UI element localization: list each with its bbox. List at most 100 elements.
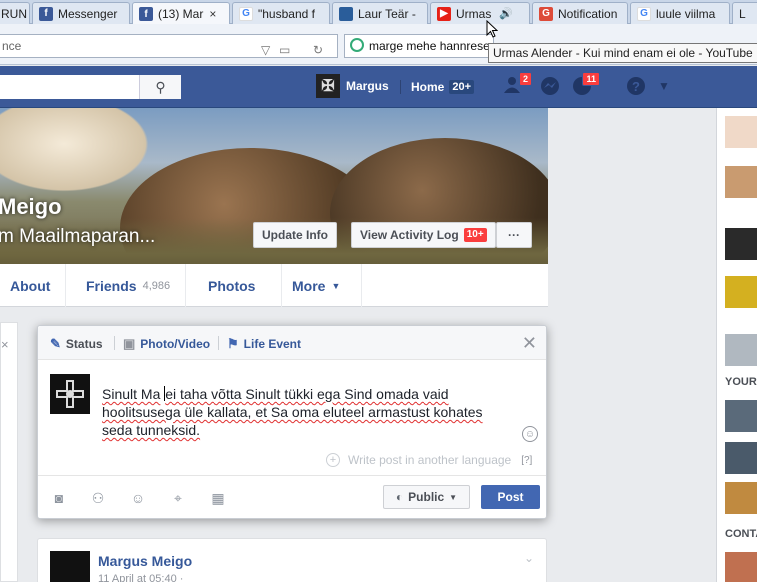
home-link[interactable]: Home 20+ (400, 80, 475, 94)
url-text: nce (2, 39, 22, 53)
speaker-icon: 🔊 (499, 8, 514, 20)
composer-tab-life-event[interactable]: ⚑ Life Event (227, 336, 301, 352)
facebook-icon: f (39, 6, 53, 21)
globe-icon: ◐ (395, 490, 404, 504)
camera-icon: ▣ (123, 336, 136, 351)
emoji-icon[interactable]: ☺ (522, 426, 538, 442)
tab-tooltip: Urmas Alender - Kui mind enam ei ole - Y… (488, 43, 757, 63)
contact-thumbnail[interactable] (725, 276, 757, 308)
close-tab-icon[interactable]: × (209, 7, 216, 21)
pencil-icon: ✎ (50, 336, 61, 351)
friend-requests-icon[interactable]: 2 (502, 72, 532, 98)
facebook-icon: f (139, 7, 153, 21)
tag-friends-icon[interactable]: ⚇ (89, 490, 107, 507)
composer-text-line3: seda tunneksid. (102, 422, 201, 438)
reload-icon[interactable]: ↻ (313, 39, 323, 61)
activity-log-label: View Activity Log (360, 228, 459, 242)
section-label-your: YOUR (725, 376, 757, 388)
translate-help-link[interactable]: [?] (521, 455, 532, 466)
post-button-label: Post (497, 490, 524, 504)
left-column-card: × (0, 322, 18, 582)
search-engine-icon (350, 38, 364, 52)
tab-divider (218, 336, 219, 350)
facebook-top-bar: ⚲ ✠ Margus Home 20+ 2 11 ? ▼ (0, 66, 757, 108)
help-icon[interactable]: ? (624, 76, 648, 98)
audience-selector-button[interactable]: ◐ Public ▼ (383, 485, 470, 509)
browser-tab-google-husband[interactable]: G "husband f (232, 2, 330, 24)
tab-friends-label: Friends (86, 277, 137, 294)
composer-tab-status[interactable]: ✎ Status (50, 336, 103, 352)
browser-tab-last[interactable]: L (732, 2, 757, 24)
tab-title: luule viilma (656, 6, 716, 21)
tab-title: Laur Teär - (358, 6, 416, 21)
post-options-chevron-icon[interactable]: ⌄ (524, 551, 534, 565)
chevron-down-icon: ▼ (449, 492, 458, 502)
notifications-icon[interactable]: 11 (570, 72, 600, 98)
location-pin-icon[interactable]: ⌖ (169, 490, 187, 507)
facebook-search-input[interactable]: ⚲ (0, 75, 181, 99)
contact-thumbnail[interactable] (725, 552, 757, 582)
composer-text-line1b: ei taha võtta Sinult tükki ega Sind omad… (165, 386, 449, 402)
tab-about[interactable]: About (0, 264, 66, 307)
composer-tabs: ✎ Status ▣ Photo/Video ⚑ Life Event ✕ (38, 326, 546, 360)
url-input[interactable]: nce ▽ ▭ ↻ (0, 34, 338, 58)
tab-title: Notification (558, 6, 618, 21)
contact-thumbnail[interactable] (725, 116, 757, 148)
browser-tab-laur[interactable]: Laur Teär - (332, 2, 428, 24)
calendar-icon[interactable]: ▦ (209, 490, 227, 507)
plus-icon: + (326, 453, 340, 467)
browser-search-input[interactable]: marge mehe hannrese (344, 34, 494, 58)
tab-photos[interactable]: Photos (198, 264, 282, 307)
composer-text-area[interactable]: Sinult Ma ei taha võtta Sinult tükki ega… (102, 385, 512, 439)
close-icon[interactable]: ✕ (522, 334, 537, 352)
close-icon[interactable]: × (1, 337, 9, 352)
browser-tab-notification[interactable]: G Notification (532, 2, 628, 24)
post-timestamp[interactable]: 11 April at 05:40 · (98, 573, 183, 582)
view-activity-log-button[interactable]: View Activity Log 10+ (351, 222, 496, 248)
cover-person (0, 108, 160, 198)
more-options-button[interactable]: ··· (496, 222, 532, 248)
composer-footer: ◙ ⚇ ☺ ⌖ ▦ ◐ Public ▼ Post (38, 475, 546, 518)
search-text: marge mehe hannrese (369, 39, 490, 53)
group-thumbnail[interactable] (725, 482, 757, 514)
avatar: ✠ (316, 74, 340, 98)
composer-tab-photo-video[interactable]: ▣ Photo/Video (123, 336, 210, 352)
post-author-avatar[interactable] (50, 551, 90, 582)
browser-tab-google-luule[interactable]: G luule viilma (630, 2, 730, 24)
search-icon[interactable]: ⚲ (139, 75, 181, 99)
camera-icon[interactable]: ◙ (50, 490, 68, 506)
browser-tab-facebook-active[interactable]: f (13) Mar × (132, 2, 230, 25)
post-author-name[interactable]: Margus Meigo (98, 553, 192, 569)
contact-thumbnail[interactable] (725, 334, 757, 366)
tab-title: L (739, 6, 746, 21)
tab-more[interactable]: More ▼ (282, 264, 362, 307)
contact-thumbnail[interactable] (725, 166, 757, 198)
friends-count: 4,986 (142, 279, 171, 292)
group-thumbnail[interactable] (725, 442, 757, 474)
write-another-language[interactable]: + Write post in another language [?] (326, 453, 532, 467)
cover-photo: Meigo m Maailmaparan... Update Info View… (0, 108, 548, 264)
post-button[interactable]: Post (481, 485, 540, 509)
reader-view-icon[interactable]: ▭ (279, 39, 290, 61)
messenger-icon[interactable] (538, 76, 562, 98)
flag-icon: ⚑ (227, 336, 239, 351)
browser-tab-strip: RUN f Messenger f (13) Mar × G "husband … (0, 0, 757, 25)
browser-tab-1[interactable]: RUN (0, 2, 30, 24)
chevron-down-icon: ▼ (331, 280, 341, 291)
google-icon: G (637, 6, 651, 21)
browser-tab-youtube[interactable]: ▶ Urmas 🔊 (430, 2, 530, 24)
profile-link[interactable]: ✠ Margus (316, 74, 389, 98)
dropdown-arrow-icon[interactable]: ▽ (261, 39, 270, 61)
right-sidebar: YOUR CONTA (716, 108, 757, 582)
update-info-button[interactable]: Update Info (253, 222, 337, 248)
browser-tab-messenger[interactable]: f Messenger (32, 2, 130, 24)
contact-thumbnail[interactable] (725, 228, 757, 260)
youtube-icon: ▶ (437, 6, 451, 21)
translate-label: Write post in another language (348, 453, 512, 467)
tab-friends[interactable]: Friends 4,986 (76, 264, 186, 307)
group-thumbnail[interactable] (725, 400, 757, 432)
feeling-icon[interactable]: ☺ (129, 490, 147, 506)
profile-name: Meigo (0, 194, 62, 219)
account-menu-chevron-icon[interactable]: ▼ (652, 79, 676, 101)
user-name: Margus (346, 79, 389, 93)
